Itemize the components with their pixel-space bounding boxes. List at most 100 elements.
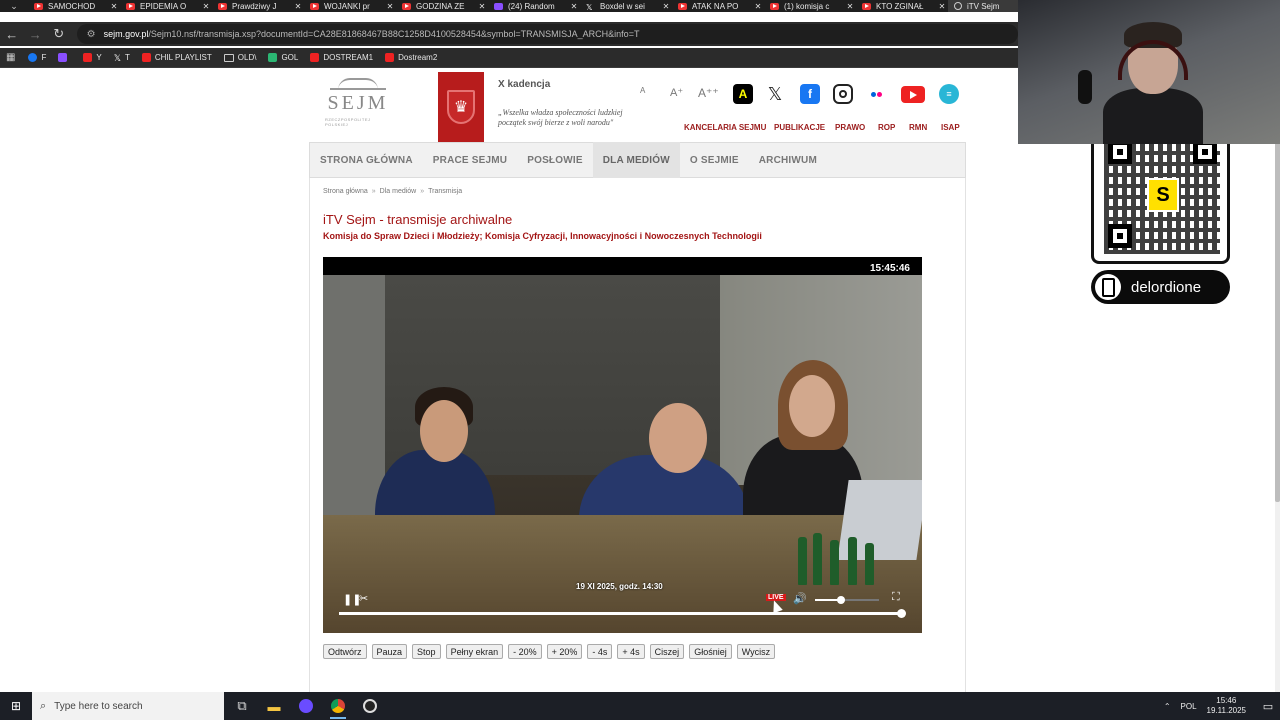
file-explorer-icon[interactable]: ▬ [258,692,290,720]
tab-label: (1) komisja c [784,1,830,11]
seek-bar[interactable] [339,609,906,618]
flickr-icon[interactable] [866,84,886,104]
instagram-icon[interactable] [833,84,853,104]
scissors-icon[interactable]: ✂ [359,592,368,605]
taskbar-search[interactable]: ⌕ Type here to search [32,692,224,720]
player-button[interactable]: - 4s [587,644,613,659]
bookmark-item[interactable]: DOSTREAM1 [310,53,373,62]
tab-close-icon[interactable]: ✕ [752,2,764,11]
link-isap[interactable]: ISAP [941,123,960,132]
browser-tab[interactable]: (1) komisja c ✕ [764,0,856,12]
link-rmn[interactable]: RMN [909,123,927,132]
volume-knob[interactable] [836,596,845,604]
player-button[interactable]: Odtwórz [323,644,367,659]
nav-item[interactable]: ARCHIWUM [749,142,827,178]
browser-tab[interactable]: ATAK NA PO ✕ [672,0,764,12]
nav-item[interactable]: POSŁOWIE [517,142,593,178]
fullscreen-icon[interactable]: ⛶ [892,591,900,604]
page-title: iTV Sejm - transmisje archiwalne [323,212,513,227]
bookmark-item[interactable] [58,53,71,62]
bookmark-item[interactable]: CHIL PLAYLIST [141,53,212,62]
forward-button[interactable]: → [24,22,48,46]
link-rop[interactable]: ROP [878,123,895,132]
browser-tab[interactable]: KTO ZGINAŁ ✕ [856,0,948,12]
facebook-icon[interactable]: f [800,84,820,104]
start-button[interactable]: ⊞ [0,692,32,720]
link-publikacje[interactable]: PUBLIKACJE [774,123,825,132]
volume-slider[interactable] [815,596,879,604]
browser-tab[interactable]: WOJANKI pr ✕ [304,0,396,12]
notification-icon[interactable]: ▭ [1256,700,1280,713]
chrome-icon[interactable] [322,692,354,720]
breadcrumb-media[interactable]: Dla mediów [380,188,417,195]
browser-tab[interactable]: GODZINA ZE ✕ [396,0,488,12]
tab-close-icon[interactable]: ✕ [384,2,396,11]
video-player[interactable]: 15:45:46 19 XI 2025, godz. 14:30 ❚❚ ✂ LI… [323,257,922,633]
browser-tab[interactable]: 𝕏 Boxdel w sei ✕ [580,0,672,12]
app-icon[interactable] [290,692,322,720]
tab-label: (24) Random [508,1,555,11]
browser-tab[interactable]: EPIDEMIA O ✕ [120,0,212,12]
twitch-icon [58,53,68,62]
emblem: ♛ [438,72,484,142]
tab-close-icon[interactable]: ✕ [108,2,120,11]
language-indicator[interactable]: POL [1181,702,1197,711]
bookmark-item[interactable]: OLD\ [223,53,256,62]
player-button[interactable]: Stop [412,644,441,659]
page-scrollbar[interactable] [1275,72,1280,692]
font-size-large[interactable]: A⁺ [670,86,683,99]
apps-grid-icon[interactable]: ▦ [6,52,16,63]
player-button[interactable]: Wycisz [736,644,776,659]
tab-close-icon[interactable]: ✕ [844,2,856,11]
seek-knob[interactable] [897,609,906,618]
font-size-xlarge[interactable]: A⁺⁺ [698,86,719,100]
site-info-icon[interactable]: ⚙ [87,29,96,40]
player-button[interactable]: + 4s [617,644,645,659]
x-icon[interactable]: 𝕏 [765,84,785,104]
youtube-icon[interactable] [901,86,925,103]
nav-item[interactable]: PRACE SEJMU [423,142,517,178]
youtube-icon [385,53,395,62]
bookmark-item[interactable]: 𝕏T [114,53,130,63]
contrast-icon[interactable]: A [733,84,753,104]
bookmark-item[interactable]: Y [83,53,102,62]
tab-close-icon[interactable]: ✕ [292,2,304,11]
player-button[interactable]: Głośniej [689,644,732,659]
tab-close-icon[interactable]: ✕ [476,2,488,11]
nav-item[interactable]: O SEJMIE [680,142,749,178]
player-button[interactable]: Pauza [371,644,408,659]
tab-close-icon[interactable]: ✕ [568,2,580,11]
link-kancelaria[interactable]: KANCELARIA SEJMU [684,123,766,132]
tray-chevron-icon[interactable]: ⌃ [1164,702,1171,711]
clock[interactable]: 15:46 19.11.2025 [1207,696,1246,716]
seek-fill [339,612,902,615]
tab-close-icon[interactable]: ✕ [660,2,672,11]
reload-button[interactable]: ↻ [47,22,71,46]
nav-item[interactable]: DLA MEDIÓW [592,142,680,178]
breadcrumb-home[interactable]: Strona główna [323,188,368,195]
player-button[interactable]: Pełny ekran [445,644,504,659]
url-field[interactable]: ⚙ sejm.gov.pl/Sejm10.nsf/transmisja.xsp?… [76,24,1018,44]
tab-close-icon[interactable]: ✕ [936,2,948,11]
browser-tab[interactable]: Prawdziwy J ✕ [212,0,304,12]
bookmark-item[interactable]: GOL [268,53,298,62]
back-button[interactable]: ← [0,22,24,46]
browser-tab[interactable]: SAMOCHOD ✕ [28,0,120,12]
bookmark-item[interactable]: F [28,53,46,62]
bookmark-item[interactable]: Dostream2 [385,53,437,62]
font-size-normal[interactable]: A [640,86,645,95]
player-button[interactable]: + 20% [546,644,583,659]
player-button[interactable]: Ciszej [649,644,685,659]
link-prawo[interactable]: PRAWO [835,123,865,132]
obs-icon[interactable] [354,692,386,720]
task-view-icon[interactable]: ⧉ [226,692,258,720]
tab-close-icon[interactable]: ✕ [200,2,212,11]
nav-item[interactable]: STRONA GŁÓWNA [310,142,423,178]
browser-tab[interactable]: (24) Random ✕ [488,0,580,12]
sejm-logo[interactable]: SEJM RZECZPOSPOLITEJ POLSKIEJ [325,78,391,132]
tab-search-chevron-icon[interactable]: ⌄ [0,0,28,12]
video-bottle [798,537,807,585]
ipla-icon[interactable]: ≡ [939,84,959,104]
volume-icon[interactable]: 🔊 [793,592,807,605]
player-button[interactable]: - 20% [508,644,542,659]
